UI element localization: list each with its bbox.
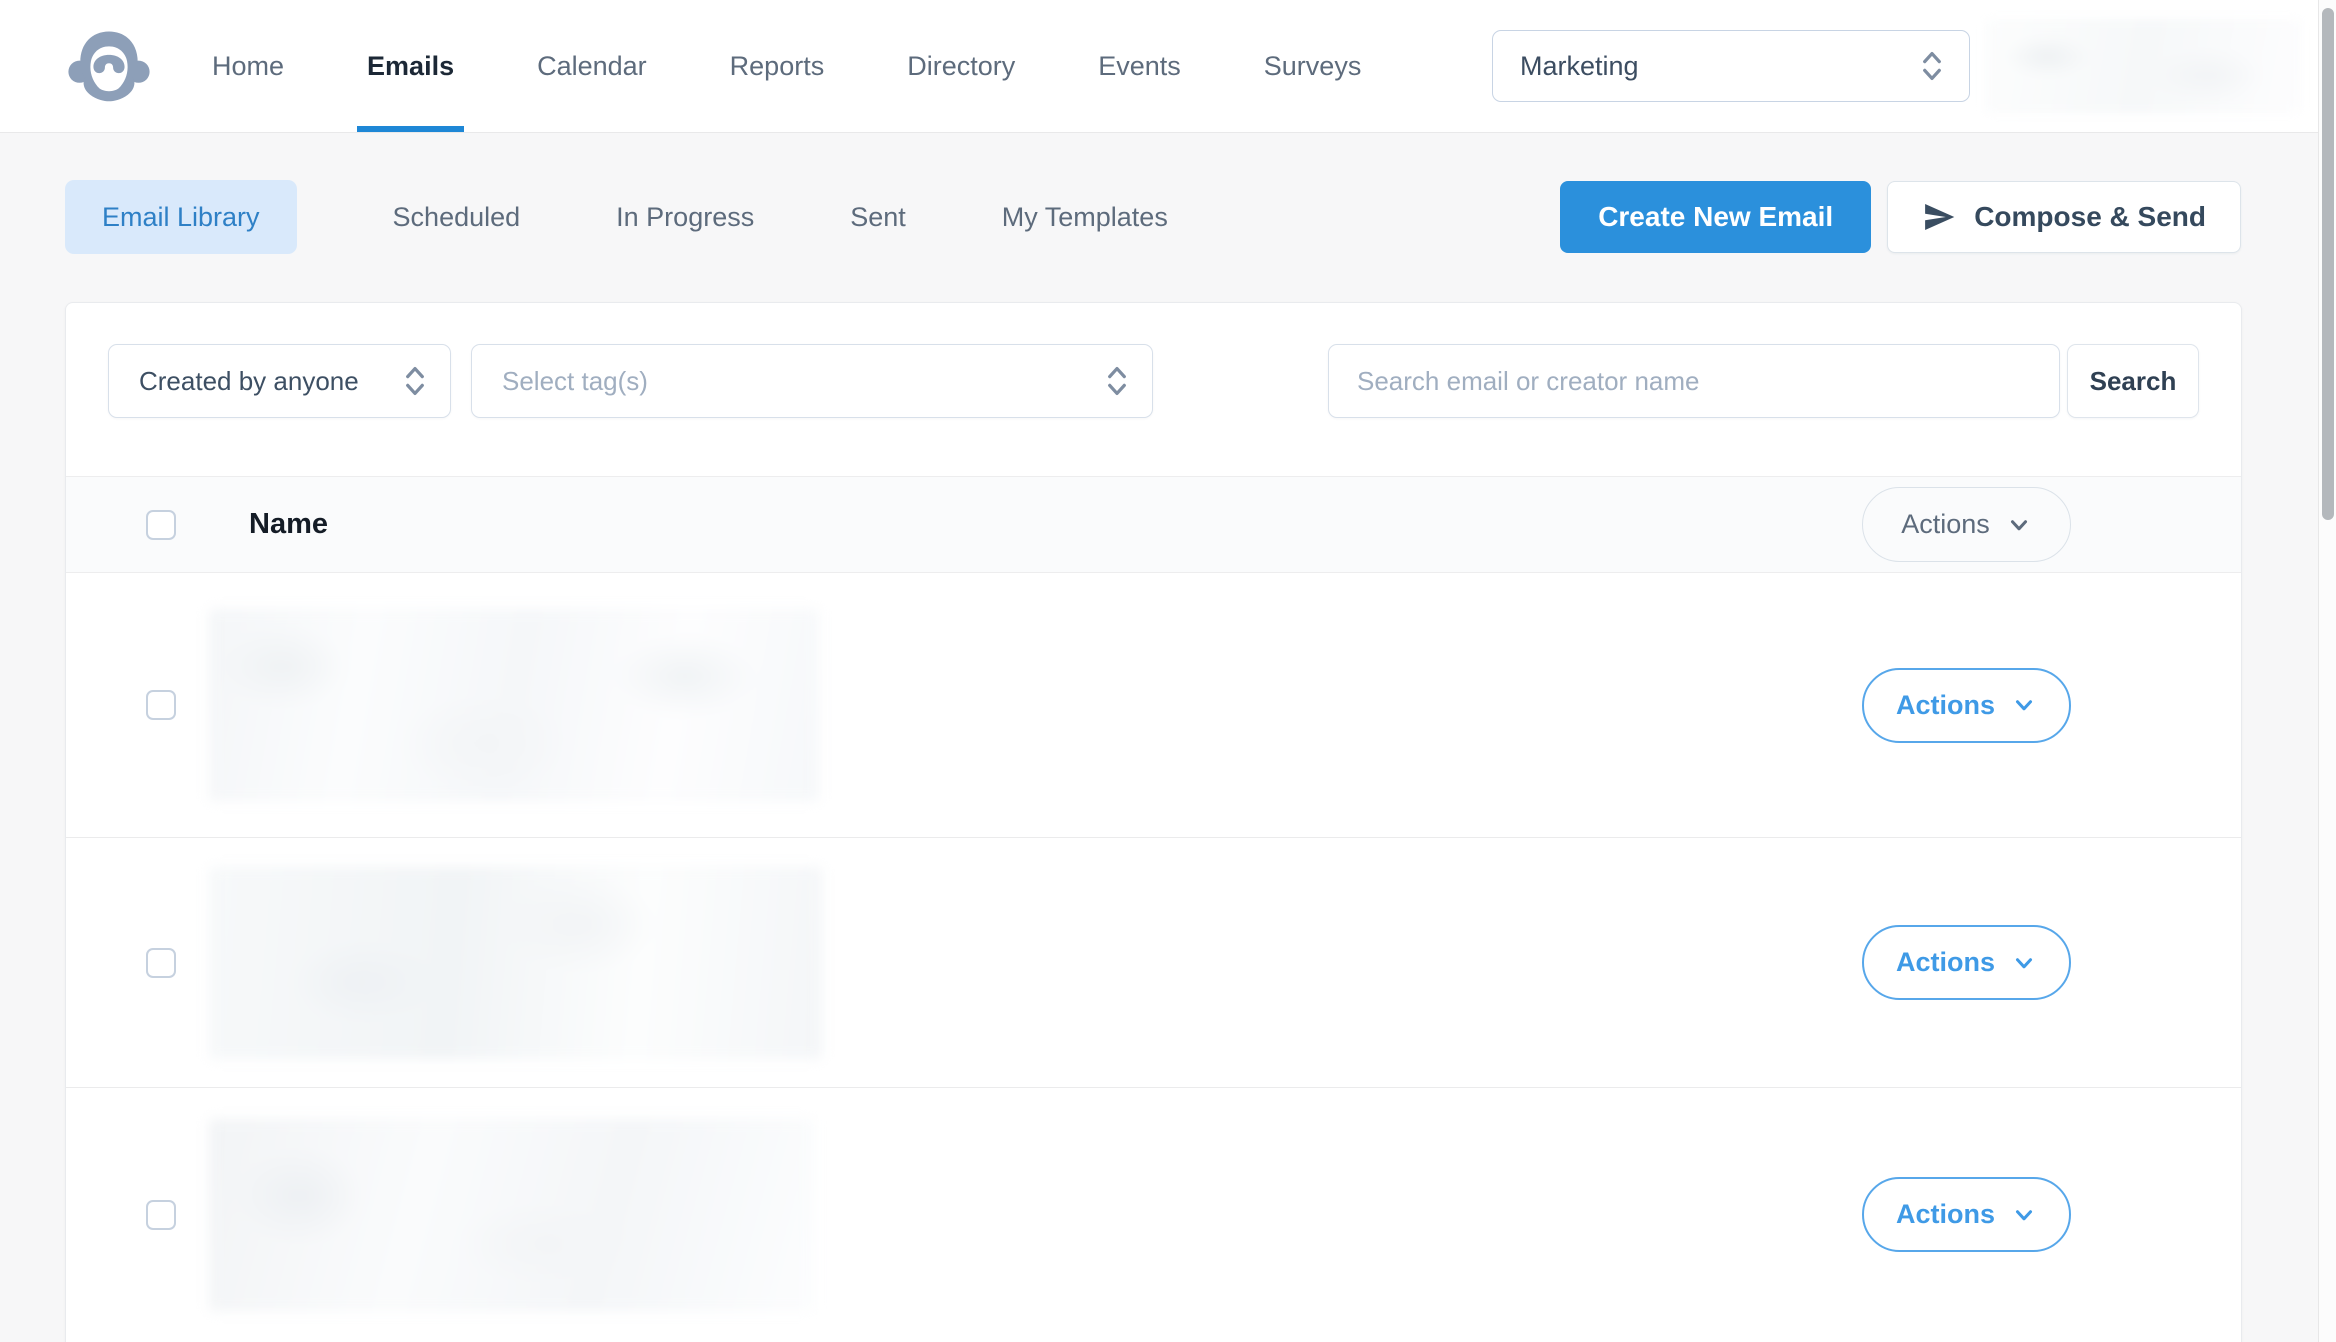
email-table-row: Actions (66, 573, 2241, 838)
email-name-redacted-content[interactable] (209, 1118, 814, 1311)
team-selector-dropdown[interactable]: Marketing (1492, 30, 1970, 102)
nav-item-home[interactable]: Home (212, 0, 284, 132)
top-navigation-bar: Home Emails Calendar Reports Directory E… (0, 0, 2336, 133)
primary-nav: Home Emails Calendar Reports Directory E… (212, 0, 1444, 132)
row-checkbox[interactable] (146, 690, 176, 720)
row-actions-button[interactable]: Actions (1862, 1177, 2071, 1252)
row-actions-label: Actions (1895, 1199, 1995, 1229)
user-profile-area-redacted[interactable] (1984, 19, 2302, 113)
email-section-toolbar: Email Library Scheduled In Progress Sent… (65, 180, 2241, 254)
nav-item-events[interactable]: Events (1098, 0, 1181, 132)
vertical-scrollbar-thumb[interactable] (2322, 8, 2334, 520)
compose-and-send-button[interactable]: Compose & Send (1887, 181, 2241, 253)
search-button[interactable]: Search (2067, 344, 2199, 418)
tab-in-progress[interactable]: In Progress (616, 202, 754, 233)
email-name-redacted-content[interactable] (209, 609, 819, 801)
chevron-down-icon (2006, 512, 2032, 538)
stepper-up-down-icon (1104, 362, 1130, 400)
created-by-value: Created by anyone (139, 365, 359, 396)
tab-email-library[interactable]: Email Library (65, 180, 297, 254)
row-actions-label: Actions (1895, 947, 1995, 977)
tags-dropdown[interactable]: Select tag(s) (471, 344, 1153, 418)
name-column-header: Name (249, 508, 328, 540)
row-checkbox[interactable] (146, 947, 176, 978)
search-input[interactable] (1328, 344, 2060, 418)
send-paper-plane-icon (1922, 200, 1956, 234)
stepper-up-down-icon (1919, 47, 1945, 85)
team-selector-value: Marketing (1520, 50, 1639, 81)
row-checkbox[interactable] (146, 1199, 176, 1230)
created-by-dropdown[interactable]: Created by anyone (108, 344, 451, 418)
row-actions-label: Actions (1895, 689, 1995, 720)
create-new-email-button[interactable]: Create New Email (1560, 181, 1872, 253)
nav-item-directory[interactable]: Directory (907, 0, 1015, 132)
tab-my-templates[interactable]: My Templates (1002, 202, 1168, 233)
email-name-redacted-content[interactable] (209, 866, 822, 1059)
filter-bar: Created by anyone Select tag(s) Search (66, 303, 2241, 418)
nav-item-calendar[interactable]: Calendar (537, 0, 647, 132)
row-actions-button[interactable]: Actions (1862, 667, 2071, 743)
vertical-scrollbar-track[interactable] (2318, 0, 2336, 1342)
email-library-panel: Created by anyone Select tag(s) Search N… (65, 302, 2242, 1342)
tags-placeholder: Select tag(s) (502, 365, 648, 396)
nav-item-emails[interactable]: Emails (357, 0, 465, 132)
chevron-down-icon (2011, 950, 2037, 976)
bulk-actions-label: Actions (1901, 509, 1990, 539)
nav-item-reports[interactable]: Reports (730, 0, 825, 132)
row-actions-button[interactable]: Actions (1862, 925, 2071, 1000)
stepper-up-down-icon (402, 362, 428, 400)
select-all-checkbox[interactable] (146, 509, 176, 540)
monkey-logo-icon[interactable] (68, 23, 150, 109)
email-table-row: Actions (66, 838, 2241, 1088)
chevron-down-icon (2011, 1202, 2037, 1228)
tab-scheduled[interactable]: Scheduled (393, 202, 521, 233)
search-group: Search (1328, 344, 2199, 418)
tab-sent[interactable]: Sent (850, 202, 906, 233)
email-table-row: Actions (66, 1088, 2241, 1341)
compose-and-send-label: Compose & Send (1974, 201, 2206, 232)
table-header-row: Name Actions (66, 476, 2241, 573)
chevron-down-icon (2011, 692, 2037, 718)
bulk-actions-button[interactable]: Actions (1862, 487, 2071, 562)
nav-item-surveys[interactable]: Surveys (1264, 0, 1362, 132)
